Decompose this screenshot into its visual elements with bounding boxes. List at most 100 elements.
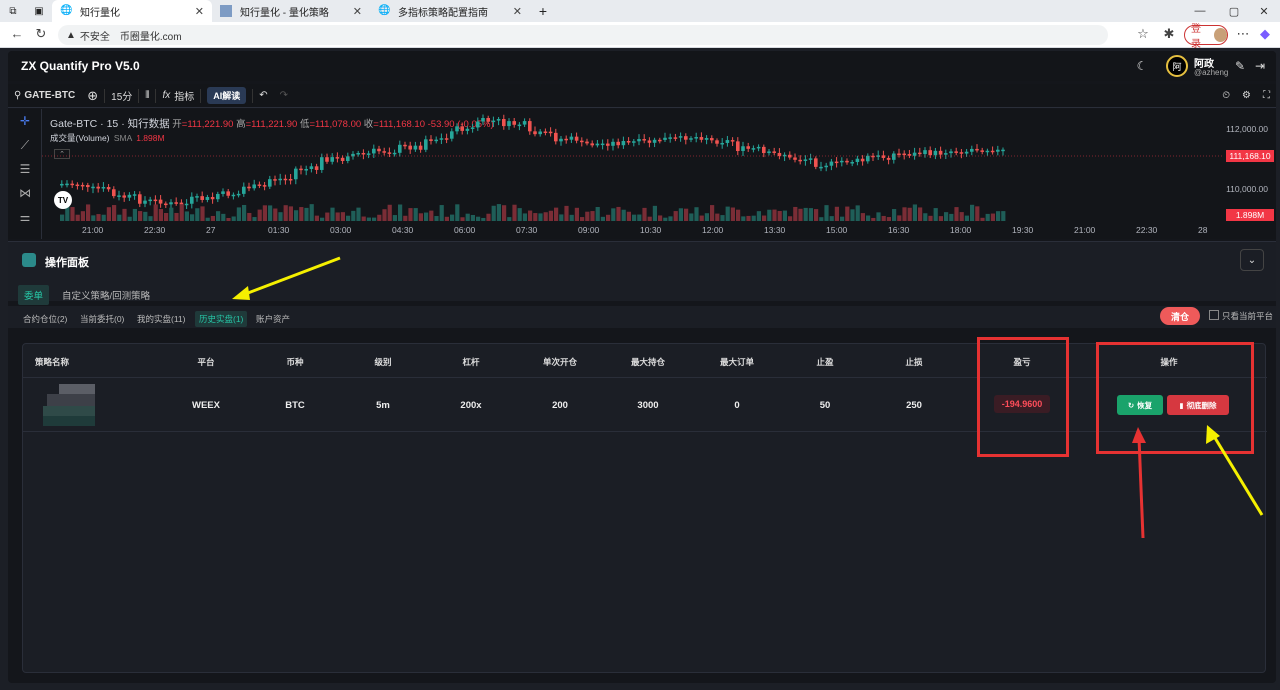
symbol-search[interactable]: ⚲ GATE-BTC [8,84,81,108]
volume-bar [928,215,933,221]
tab-custom-strategies[interactable]: 自定义策略/回测策略 [56,285,156,305]
volume-bar [751,215,756,221]
close-icon[interactable]: ✕ [195,5,204,18]
column-header: 平台 [197,357,215,367]
chevron-down-icon[interactable]: ⌄ [1240,249,1264,271]
back-icon[interactable]: ← [8,26,26,41]
volume-bar [491,205,496,221]
candle-body [408,145,412,150]
volume-bar [663,217,668,221]
tab-my-live[interactable]: 我的实盘(11) [133,311,190,327]
candle-body [694,137,698,139]
url-field[interactable]: ▲ 不安全 币圈量化.com [58,25,1108,45]
browser-tab[interactable]: 知行量化 - 量化策略 ✕ [212,0,370,22]
minimize-icon[interactable]: — [1184,0,1216,22]
close-icon[interactable]: ✕ [513,5,522,18]
window-close-icon[interactable]: ✕ [1248,0,1280,22]
candle-body [855,158,860,163]
browser-tab-active[interactable]: 🌐 知行量化 ✕ [52,0,212,22]
volume-bar [273,208,278,221]
volume-bar [106,207,111,221]
clear-positions-button[interactable]: 清仓 [1160,307,1200,325]
theme-moon-icon[interactable]: ☾ [1135,59,1149,73]
candle-body [684,136,688,140]
edit-icon[interactable]: ✎ [1233,59,1247,73]
candle-body [678,136,683,138]
copilot-icon[interactable]: ◆ [1256,26,1274,42]
add-symbol-icon[interactable]: ⊕ [81,84,104,108]
volume-bar [231,216,236,221]
ai-analysis-button[interactable]: AI解读 [201,84,252,108]
candle-body [949,151,953,154]
cell-leverage: 200x [460,400,482,411]
time-axis-label: 21:00 [82,225,104,235]
browser-tab[interactable]: 🌐 多指标策略配置指南 ✕ [370,0,530,22]
browser-tab-label: 知行量化 - 量化策略 [240,7,329,19]
only-current-platform-checkbox[interactable] [1209,310,1219,320]
volume-bar [153,204,158,221]
candle-body [793,157,797,160]
volume-bar [866,215,871,221]
cell-take-profit: 50 [819,400,831,411]
candle-body [294,168,298,180]
indicators-button[interactable]: fx 指标 [156,84,200,108]
price-chart[interactable]: ✛ ⟋ ☰ ⋈ ⚌ Gate-BTC · 15 · 知行数据 开=111,221… [8,109,1276,239]
fullscreen-icon[interactable]: ⛶ [1257,84,1276,108]
time-axis-label: 28 [1198,225,1208,235]
volume-bar [351,210,356,221]
time-axis-label: 09:00 [578,225,600,235]
candle-body [148,199,152,202]
candle-type-icon[interactable]: ⫴ [139,84,155,108]
candle-body [455,126,459,132]
volume-bar [918,207,923,221]
tab-history-live[interactable]: 历史实盘(1) [195,311,248,327]
volume-bar [70,207,75,221]
volume-bar [777,210,782,221]
candle-body [465,128,470,131]
logout-icon[interactable]: ⇥ [1253,59,1267,73]
tab-current-orders[interactable]: 当前委托(0) [76,311,128,327]
tab-account-assets[interactable]: 账户资产 [252,311,294,327]
tab-contract-positions[interactable]: 合约仓位(2) [19,311,71,327]
candle-body [574,136,579,141]
tradingview-logo[interactable]: TV [54,191,72,209]
volume-bar [767,209,772,221]
candle-body [403,144,407,147]
volume-bar [554,207,559,221]
new-tab-button[interactable]: + [530,0,556,22]
star-icon[interactable]: ☆ [1134,26,1152,42]
candle-body [860,158,865,162]
volume-bar [278,212,283,221]
volume-bar [829,216,834,221]
table-row[interactable]: WEEX BTC 5m 200x 200 3000 0 50 250 -194.… [23,378,1267,432]
workspaces-icon[interactable]: ⧉ [0,0,26,22]
volume-bar [658,215,663,221]
more-icon[interactable]: ⋯ [1234,26,1252,42]
history-live-table: 策略名称 平台 币种 级别 杠杆 单次开仓 最大持仓 最大订单 止盈 止损 盈亏… [22,343,1267,673]
user-avatar[interactable]: 阿 [1166,55,1188,77]
volume-bar [372,217,377,221]
interval-button[interactable]: 15分 [105,84,138,108]
browser-tab-label: 知行量化 [80,7,120,19]
candle-body [450,131,454,139]
extensions-icon[interactable]: ✱ [1160,26,1178,42]
maximize-icon[interactable]: ▢ [1218,0,1250,22]
reload-icon[interactable]: ↻ [32,26,50,42]
time-axis-label: 19:30 [1012,225,1034,235]
warning-icon: ▲ [66,29,76,41]
candle-body [829,161,834,166]
undo-icon[interactable]: ↶ [253,84,273,108]
login-button[interactable]: 登录 [1184,24,1228,50]
tab-actions-icon[interactable]: ▣ [26,0,52,22]
volume-bar [455,204,460,221]
tab-orders[interactable]: 委单 [18,285,50,305]
settings-gear-icon[interactable]: ⚙ [1236,84,1257,108]
volume-bar [262,205,267,221]
candle-body [476,121,480,128]
redo-icon[interactable]: ↷ [274,84,294,108]
volume-bar [964,215,969,221]
volume-bar [548,210,553,221]
volume-bar [528,210,533,221]
alert-icon[interactable]: ⏲ [1216,84,1236,108]
close-icon[interactable]: ✕ [353,5,362,18]
